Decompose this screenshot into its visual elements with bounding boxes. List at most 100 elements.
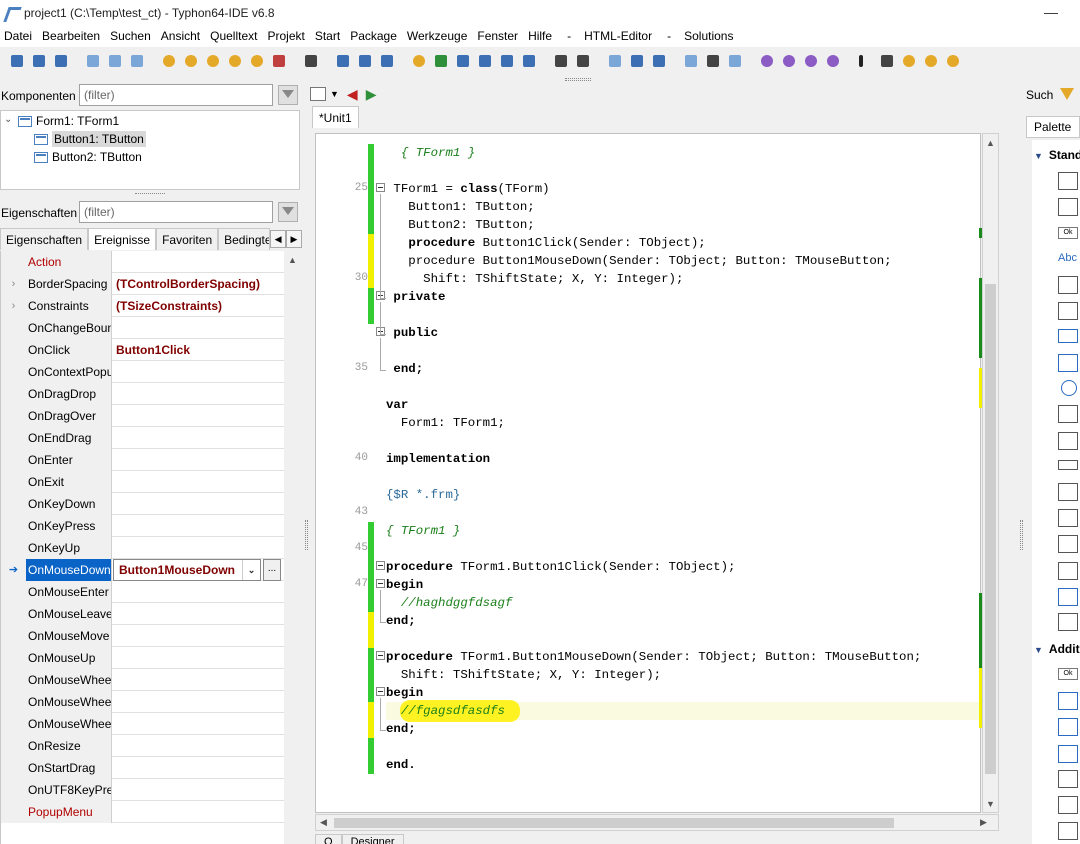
code-line[interactable]: public bbox=[386, 324, 438, 342]
event-row[interactable]: Action bbox=[1, 251, 284, 273]
save-project-icon[interactable] bbox=[356, 52, 374, 70]
shape-icon[interactable] bbox=[1058, 770, 1078, 788]
tab-scroll-left-icon[interactable]: ◀ bbox=[270, 230, 287, 248]
events-scrollbar[interactable]: ▲ bbox=[284, 251, 301, 844]
code-line[interactable]: {$R *.frm} bbox=[386, 486, 460, 504]
window-icon[interactable] bbox=[520, 52, 538, 70]
fold-toggle-icon[interactable] bbox=[376, 687, 385, 696]
expand-icon[interactable]: ⌄ bbox=[4, 114, 12, 125]
checkbox-icon[interactable] bbox=[1058, 354, 1078, 372]
memo-palette-icon[interactable] bbox=[1058, 302, 1078, 320]
event-value[interactable] bbox=[113, 669, 119, 691]
editor-vertical-scrollbar[interactable]: ▲ ▼ bbox=[982, 133, 999, 813]
menu-item[interactable]: Solutions bbox=[680, 29, 739, 43]
add-icon[interactable] bbox=[432, 52, 450, 70]
tab-ereignisse[interactable]: Ereignisse bbox=[88, 228, 157, 250]
event-value[interactable] bbox=[113, 603, 119, 625]
monitor-icon[interactable] bbox=[726, 52, 744, 70]
right-splitter[interactable] bbox=[1020, 520, 1023, 550]
edit-palette-icon[interactable] bbox=[1058, 276, 1078, 294]
view-units-icon[interactable] bbox=[182, 52, 200, 70]
code-line[interactable]: begin bbox=[386, 684, 423, 702]
scrollbar-thumb[interactable] bbox=[334, 818, 894, 828]
menu-item[interactable]: Werkzeuge bbox=[403, 29, 473, 43]
event-value[interactable] bbox=[113, 691, 119, 713]
actionlist-icon[interactable] bbox=[1058, 613, 1078, 631]
event-row[interactable]: OnContextPopup bbox=[1, 361, 284, 383]
menu-item[interactable]: HTML-Editor bbox=[580, 29, 658, 43]
reopen-icon[interactable] bbox=[106, 52, 124, 70]
speedbutton-icon[interactable] bbox=[1058, 692, 1078, 710]
code-line[interactable]: end. bbox=[386, 756, 416, 774]
expand-arrow-icon[interactable]: › bbox=[1, 295, 26, 317]
image-icon[interactable] bbox=[1058, 745, 1078, 763]
menu-item[interactable]: - bbox=[658, 29, 680, 43]
tab-unit1[interactable]: *Unit1 bbox=[312, 106, 359, 128]
event-row[interactable]: OnMouseMove bbox=[1, 625, 284, 647]
build-icon[interactable] bbox=[758, 52, 776, 70]
event-row[interactable]: OnMouseWheel bbox=[1, 669, 284, 691]
open-icon[interactable] bbox=[84, 52, 102, 70]
event-value[interactable] bbox=[113, 317, 119, 339]
step-out-icon[interactable] bbox=[944, 52, 962, 70]
event-row[interactable]: OnMouseWheel bbox=[1, 691, 284, 713]
event-value[interactable] bbox=[113, 537, 119, 559]
chevron-down-icon[interactable]: ▼ bbox=[330, 89, 339, 99]
event-row[interactable]: OnMouseLeave bbox=[1, 603, 284, 625]
event-value[interactable] bbox=[113, 647, 119, 669]
checkgroup-icon[interactable] bbox=[1058, 535, 1078, 553]
menu-item[interactable]: Package bbox=[346, 29, 403, 43]
code-line[interactable]: end; bbox=[386, 612, 416, 630]
code-line[interactable]: procedure TForm1.Button1MouseDown(Sender… bbox=[386, 648, 921, 666]
layout-icon[interactable] bbox=[682, 52, 700, 70]
event-row[interactable]: ➔ OnMouseDown Button1MouseDown ⌄... bbox=[1, 559, 284, 581]
scroll-up-icon[interactable]: ▲ bbox=[986, 138, 995, 148]
save-all-icon[interactable] bbox=[302, 52, 320, 70]
event-row[interactable]: OnDragDrop bbox=[1, 383, 284, 405]
code-line[interactable]: Shift: TShiftState; X, Y: Integer); bbox=[386, 666, 661, 684]
event-row[interactable]: OnUTF8KeyPress bbox=[1, 779, 284, 801]
code-line[interactable]: //haghdggfdsagf bbox=[386, 594, 513, 612]
fold-toggle-icon[interactable] bbox=[376, 651, 385, 660]
tab-palette[interactable]: Palette bbox=[1026, 116, 1080, 138]
code-line[interactable]: Form1: TForm1; bbox=[386, 414, 505, 432]
code-line[interactable]: end; bbox=[386, 360, 423, 378]
code-line[interactable]: Button1: TButton; bbox=[386, 198, 534, 216]
view-forms-icon[interactable] bbox=[204, 52, 222, 70]
jump-back-icon[interactable]: ◀ bbox=[347, 86, 358, 103]
clear-filter-icon[interactable] bbox=[278, 85, 298, 105]
event-value[interactable]: (TControlBorderSpacing) bbox=[113, 273, 263, 295]
event-row[interactable]: › Constraints (TSizeConstraints) bbox=[1, 295, 284, 317]
event-row[interactable]: OnExit bbox=[1, 471, 284, 493]
new-unit-icon[interactable] bbox=[30, 52, 48, 70]
components-filter-input[interactable]: (filter) bbox=[79, 84, 273, 106]
listbox-icon[interactable] bbox=[1058, 405, 1078, 423]
bevel-icon[interactable] bbox=[1058, 796, 1078, 814]
menu-item[interactable]: Fenster bbox=[473, 29, 524, 43]
event-row[interactable]: OnEndDrag bbox=[1, 427, 284, 449]
paintbox-icon[interactable] bbox=[1058, 822, 1078, 840]
event-value[interactable] bbox=[113, 383, 119, 405]
toggle-form-icon[interactable] bbox=[160, 52, 178, 70]
event-value[interactable] bbox=[113, 361, 119, 383]
event-value[interactable] bbox=[113, 493, 119, 515]
monitor-icon[interactable] bbox=[628, 52, 646, 70]
code-line[interactable]: TForm1 = class(TForm) bbox=[386, 180, 549, 198]
revert-icon[interactable] bbox=[128, 52, 146, 70]
event-value[interactable] bbox=[113, 427, 119, 449]
scroll-right-icon[interactable]: ▶ bbox=[980, 817, 987, 828]
fold-toggle-icon[interactable] bbox=[376, 579, 385, 588]
jump-forward-icon[interactable]: ▶ bbox=[366, 86, 377, 103]
copy-icon[interactable] bbox=[476, 52, 494, 70]
step-icon[interactable] bbox=[248, 52, 266, 70]
code-line[interactable]: procedure TForm1.Button1Click(Sender: TO… bbox=[386, 558, 735, 576]
button-palette-icon[interactable]: Ok bbox=[1058, 227, 1078, 239]
bitbtn-icon[interactable]: Ok bbox=[1058, 668, 1078, 680]
paste-icon[interactable] bbox=[498, 52, 516, 70]
event-value[interactable] bbox=[113, 515, 119, 537]
left-splitter[interactable] bbox=[305, 520, 308, 550]
menu-item[interactable]: Start bbox=[311, 29, 346, 43]
scrollbar-thumb[interactable] bbox=[985, 284, 996, 774]
event-row[interactable]: OnEnter bbox=[1, 449, 284, 471]
dropdown-icon[interactable] bbox=[650, 52, 668, 70]
